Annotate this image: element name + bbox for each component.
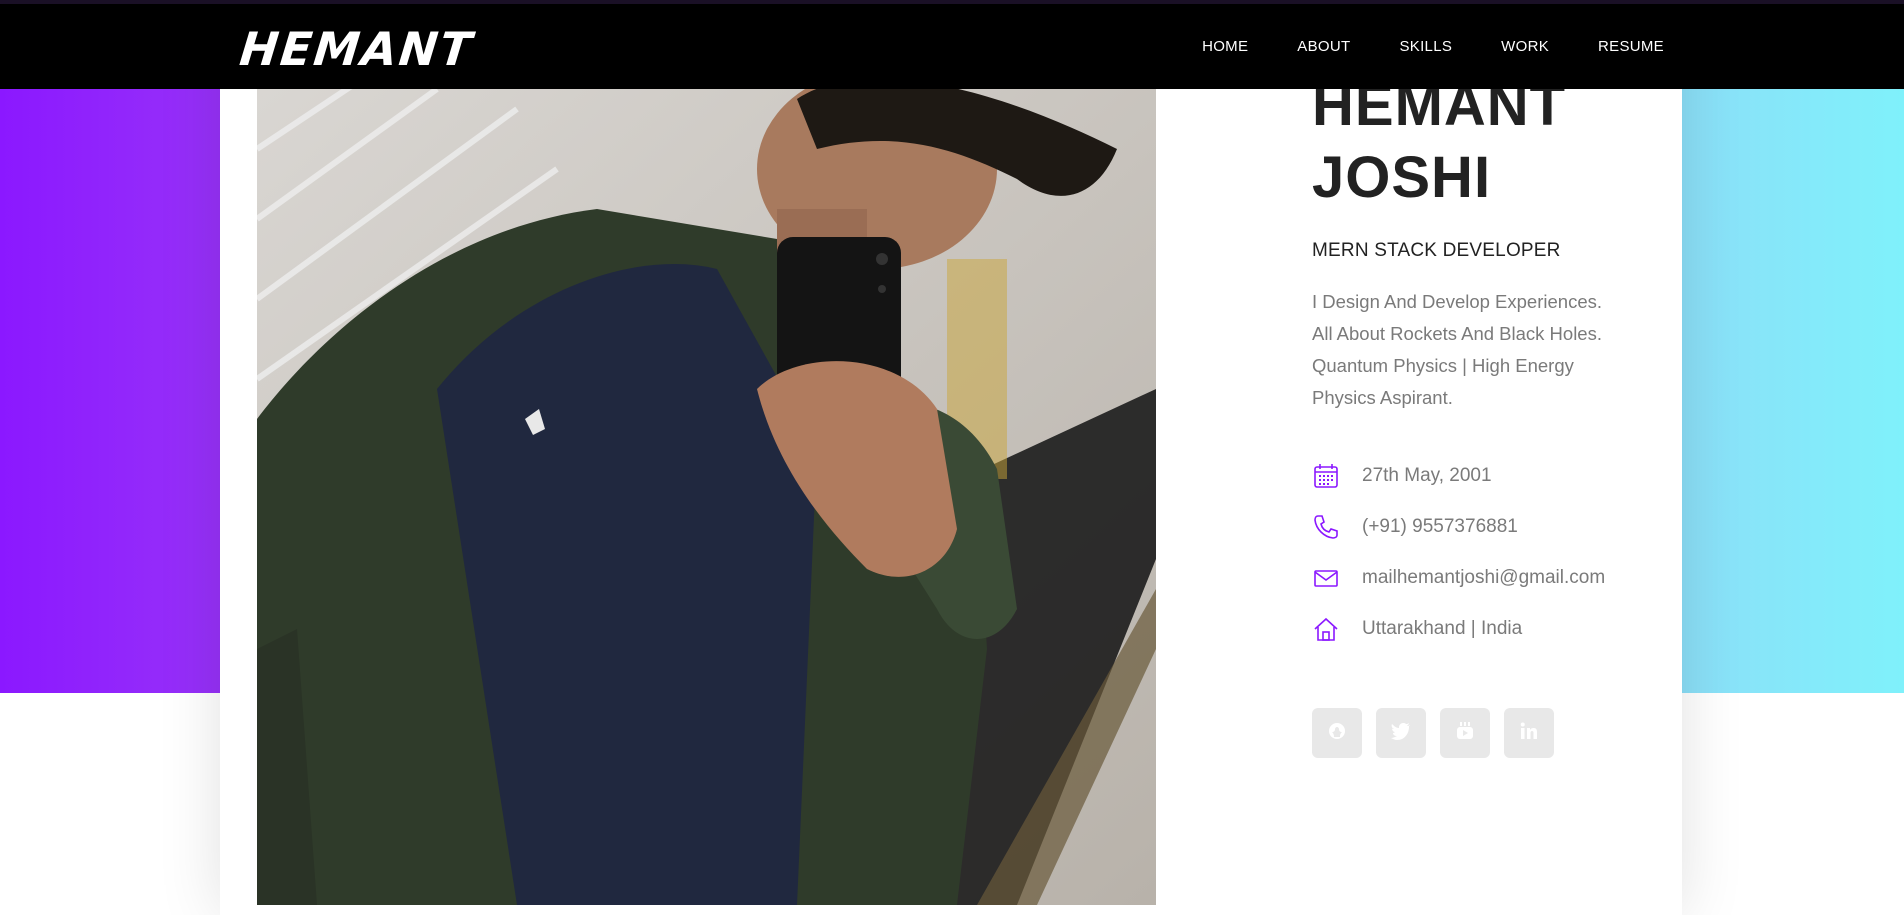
location-text: Uttarakhand | India <box>1362 617 1523 639</box>
youtube-button[interactable] <box>1440 708 1490 758</box>
github-button[interactable] <box>1312 708 1362 758</box>
profile-photo <box>257 89 1156 905</box>
nav-resume[interactable]: RESUME <box>1598 38 1664 55</box>
nav-home[interactable]: HOME <box>1202 38 1248 55</box>
phone-text[interactable]: (+91) 9557376881 <box>1362 516 1518 538</box>
nav-work[interactable]: WORK <box>1501 38 1549 55</box>
calendar-icon <box>1312 462 1340 490</box>
profile-name: HEMANT JOSHI <box>1312 70 1652 214</box>
mail-icon <box>1312 564 1340 592</box>
profile-bio: I Design And Develop Experiences. All Ab… <box>1312 286 1652 414</box>
detail-email: mailhemantjoshi@gmail.com <box>1312 552 1652 603</box>
linkedin-button[interactable] <box>1504 708 1554 758</box>
bio-line: Physics Aspirant. <box>1312 387 1453 408</box>
profile-info: HEMANT JOSHI MERN STACK DEVELOPER I Desi… <box>1312 70 1652 758</box>
social-links <box>1312 708 1652 758</box>
site-logo[interactable]: HEMANT <box>237 22 476 76</box>
nav-about[interactable]: ABOUT <box>1297 38 1350 55</box>
bio-line: All About Rockets And Black Holes. <box>1312 323 1602 344</box>
birthday-text: 27th May, 2001 <box>1362 464 1492 486</box>
detail-phone: (+91) 9557376881 <box>1312 501 1652 552</box>
main-nav: HOME ABOUT SKILLS WORK RESUME <box>1153 4 1664 89</box>
detail-location: Uttarakhand | India <box>1312 603 1652 654</box>
twitter-button[interactable] <box>1376 708 1426 758</box>
top-navbar: HEMANT HOME ABOUT SKILLS WORK RESUME <box>0 0 1904 89</box>
bio-line: I Design And Develop Experiences. <box>1312 291 1603 312</box>
twitter-icon <box>1391 722 1411 745</box>
youtube-icon <box>1455 721 1475 746</box>
bio-line: Quantum Physics | High Energy <box>1312 355 1574 376</box>
email-text[interactable]: mailhemantjoshi@gmail.com <box>1362 567 1605 589</box>
detail-birthday: 27th May, 2001 <box>1312 450 1652 501</box>
nav-skills[interactable]: SKILLS <box>1399 38 1452 55</box>
contact-details: 27th May, 2001 (+91) 9557376881 mailhema… <box>1312 450 1652 654</box>
profile-role: MERN STACK DEVELOPER <box>1312 240 1561 261</box>
name-last: JOSHI <box>1312 145 1492 210</box>
github-icon <box>1327 721 1347 746</box>
linkedin-icon <box>1520 722 1538 745</box>
home-icon <box>1312 615 1340 643</box>
phone-icon <box>1312 513 1340 541</box>
